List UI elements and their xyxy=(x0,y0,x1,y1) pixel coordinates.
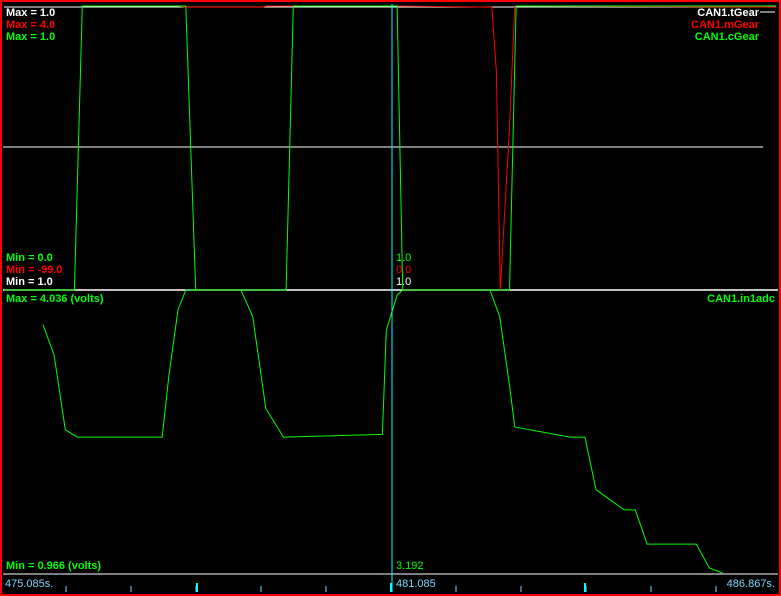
cursor-value-tgear: 1.0 xyxy=(396,276,411,288)
bottom-min-label: Min = 0.966 (volts) xyxy=(6,560,101,572)
time-end-label: 486.867s. xyxy=(727,578,775,590)
bottom-legend-in1adc: CAN1.in1adc xyxy=(707,293,775,305)
cursor-value-mgear: 0.0 xyxy=(396,264,411,276)
time-start-label: 475.085s. xyxy=(5,578,53,590)
top-max-label-mgear: Max = 4.0 xyxy=(6,19,55,31)
cursor-value-in1adc: 3.192 xyxy=(396,560,424,572)
top-max-label-cgear: Max = 1.0 xyxy=(6,31,55,43)
gear-scope-chart: Max = 1.0 Max = 4.0 Max = 1.0 Min = 0.0 … xyxy=(0,0,781,596)
top-min-label-tgear: Min = 1.0 xyxy=(6,276,53,288)
legend-cgear: CAN1.cGear xyxy=(695,31,760,43)
cursor-value-cgear: 1.0 xyxy=(396,252,411,264)
top-min-label-mgear: Min = -99.0 xyxy=(6,264,63,276)
chart-background xyxy=(0,0,781,596)
top-min-label-cgear: Min = 0.0 xyxy=(6,252,53,264)
legend-tgear: CAN1.tGear xyxy=(697,7,759,19)
time-cursor-label: 481.085 xyxy=(396,578,436,590)
bottom-max-label: Max = 4.036 (volts) xyxy=(6,293,104,305)
top-max-label-tgear: Max = 1.0 xyxy=(6,7,55,19)
legend-mgear: CAN1.mGear xyxy=(691,19,760,31)
